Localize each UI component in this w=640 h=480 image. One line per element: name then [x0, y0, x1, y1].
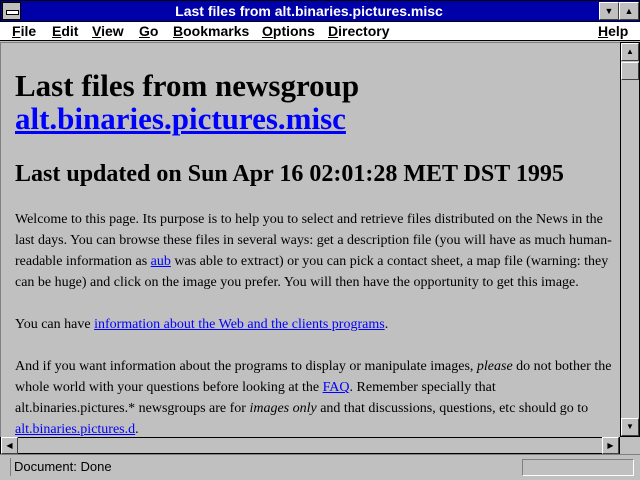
window-title: Last files from alt.binaries.pictures.mi…	[175, 3, 443, 19]
scroll-right-button[interactable]: ▶	[602, 437, 619, 454]
page-body: Last files from newsgroup alt.binaries.p…	[15, 69, 613, 437]
newsgroup-link[interactable]: alt.binaries.pictures.misc	[15, 101, 346, 136]
aub-link[interactable]: aub	[151, 254, 171, 269]
status-bar: Document: Done	[0, 454, 640, 480]
para3-text-d: and that discussions, questions, etc sho…	[316, 401, 589, 416]
progress-indicator	[522, 459, 634, 476]
status-text: Document: Done	[14, 459, 112, 474]
scroll-left-button[interactable]: ◀	[1, 437, 18, 454]
para2-text-a: You can have	[15, 317, 95, 332]
document-view[interactable]: Last files from newsgroup alt.binaries.p…	[0, 42, 620, 437]
scroll-down-button[interactable]: ▼	[621, 418, 639, 436]
horizontal-scrollbar[interactable]: ◀ ▶	[0, 437, 620, 454]
system-menu-icon[interactable]	[2, 2, 21, 20]
menu-directory[interactable]: Directory	[328, 23, 389, 39]
web-clients-info-link[interactable]: information about the Web and the client…	[94, 317, 385, 332]
menu-bookmarks[interactable]: Bookmarks	[173, 23, 249, 39]
maximize-icon: ▲	[624, 6, 634, 16]
scroll-up-button[interactable]: ▲	[621, 43, 639, 61]
para3-text-e: .	[135, 422, 139, 437]
heading-text: Last files from newsgroup	[15, 68, 360, 103]
menu-file[interactable]: File	[12, 23, 36, 39]
menu-options[interactable]: Options	[262, 23, 315, 39]
left-arrow-icon: ◀	[6, 441, 13, 450]
status-separator	[10, 458, 11, 476]
faq-link[interactable]: FAQ	[323, 380, 350, 395]
menu-bar: File Edit View Go Bookmarks Options Dire…	[0, 22, 640, 41]
up-arrow-icon: ▲	[626, 47, 634, 56]
minimize-button[interactable]: ▼	[599, 2, 619, 20]
menu-edit[interactable]: Edit	[52, 23, 78, 39]
title-bar[interactable]: Last files from alt.binaries.pictures.mi…	[0, 0, 640, 22]
menu-view[interactable]: View	[92, 23, 124, 39]
images-only-emphasis: images only	[249, 401, 317, 416]
vertical-scroll-track[interactable]	[621, 61, 639, 418]
right-arrow-icon: ▶	[607, 441, 614, 450]
page-heading: Last files from newsgroup alt.binaries.p…	[15, 69, 613, 135]
menu-go[interactable]: Go	[139, 23, 158, 39]
vertical-scroll-thumb[interactable]	[621, 62, 639, 80]
please-emphasis: please	[476, 359, 513, 374]
discussion-newsgroup-link[interactable]: alt.binaries.pictures.d	[15, 422, 135, 437]
down-arrow-icon: ▼	[626, 422, 634, 431]
last-updated-heading: Last updated on Sun Apr 16 02:01:28 MET …	[15, 161, 564, 187]
info-paragraph: You can have information about the Web a…	[15, 314, 613, 335]
menu-help[interactable]: Help	[598, 23, 628, 39]
maximize-button[interactable]: ▲	[619, 2, 639, 20]
para2-text-b: .	[384, 317, 389, 332]
para3-text-a: And if you want information about the pr…	[15, 359, 477, 374]
vertical-scrollbar[interactable]: ▲ ▼	[620, 42, 640, 437]
scrollbar-corner	[620, 437, 640, 454]
faq-paragraph: And if you want information about the pr…	[15, 356, 613, 437]
welcome-paragraph: Welcome to this page. Its purpose is to …	[15, 209, 613, 293]
minimize-icon: ▼	[604, 6, 614, 16]
